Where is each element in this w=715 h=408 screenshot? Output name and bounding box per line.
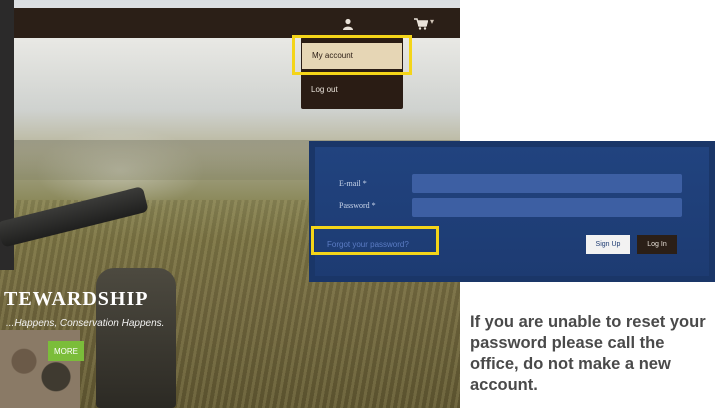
- hero-more-button[interactable]: MORE: [48, 341, 84, 361]
- login-form: E-mail * Password * Forgot your password…: [315, 147, 709, 276]
- cart-icon[interactable]: [414, 17, 429, 30]
- hero-subtitle: ...Happens, Conservation Happens.: [6, 318, 165, 329]
- log-in-button[interactable]: Log In: [637, 235, 677, 254]
- instruction-note: If you are unable to reset your password…: [470, 313, 706, 394]
- user-icon[interactable]: [342, 17, 354, 30]
- email-label: E-mail *: [339, 179, 367, 188]
- password-field[interactable]: [412, 198, 682, 217]
- login-panel: E-mail * Password * Forgot your password…: [309, 141, 715, 282]
- menu-item-log-out[interactable]: Log out: [301, 77, 401, 103]
- highlight-box-my-account: [292, 35, 412, 75]
- email-field[interactable]: [412, 174, 682, 193]
- sign-up-button[interactable]: Sign Up: [586, 235, 630, 254]
- hero-title: TEWARDSHIP: [4, 288, 149, 310]
- top-nav-bar: ▾: [14, 8, 460, 38]
- chevron-down-icon[interactable]: ▾: [430, 17, 434, 26]
- highlight-box-forgot-password: [311, 226, 439, 255]
- password-label: Password *: [339, 201, 376, 210]
